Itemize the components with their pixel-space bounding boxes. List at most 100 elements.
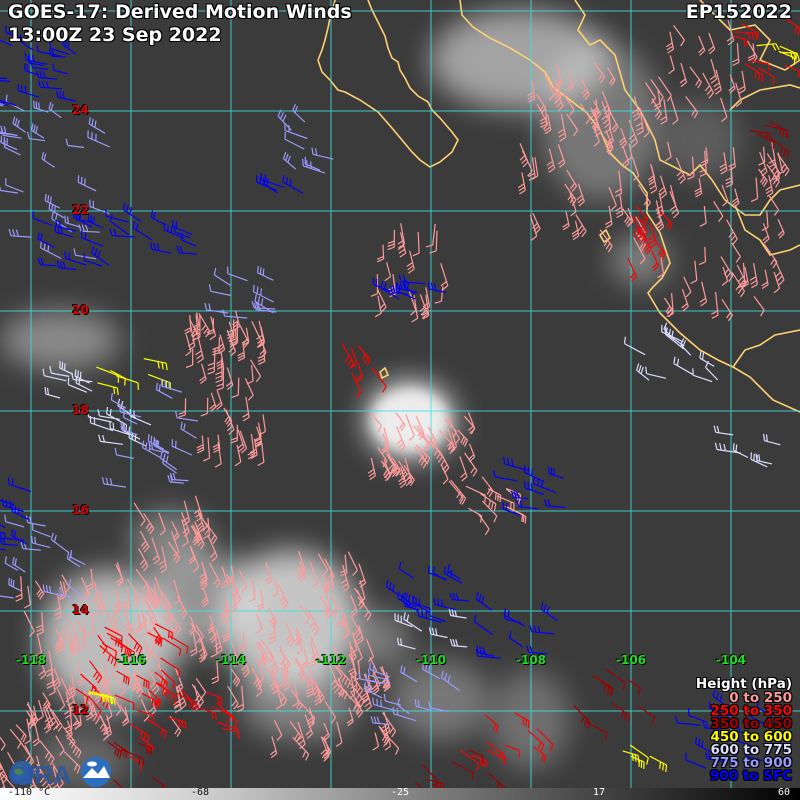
wind-barb [764,124,789,138]
wind-barb [12,116,26,133]
wind-barb [8,577,22,592]
wind-barb [761,269,769,290]
wind-barb [645,366,667,379]
wind-barb [374,295,382,318]
wind-barb [77,175,97,192]
wind-barb [440,263,449,291]
wind-barb [44,387,61,399]
wind-barb [5,178,24,193]
wind-barb [731,242,741,263]
wind-barb [422,764,439,788]
wind-barb [428,627,448,639]
wind-barb [705,360,719,381]
wind-barb [284,123,308,140]
wind-barb [750,177,759,203]
wind-barb [50,532,69,553]
colorbar-tick: -110 °C [8,787,51,798]
lon-label: -106 [615,653,647,667]
wind-barb [31,123,45,139]
wind-barb [87,130,111,148]
wind-barb [185,348,194,369]
wind-barb [756,43,780,51]
wind-barb [50,708,63,732]
wind-barb [198,312,211,338]
wind-barb [7,477,32,493]
wind-barb [683,276,692,298]
wind-barb [151,210,166,226]
wind-barb [140,698,150,722]
wind-barb [32,211,53,227]
wind-barb [209,316,217,341]
wind-barb [611,702,631,723]
wind-barb [473,614,494,636]
wind-barb [8,228,32,238]
wind-barb [517,172,526,195]
lat-label: 12 [72,703,89,717]
wind-barb [230,668,241,687]
lon-label: -118 [15,653,47,667]
wind-barb [215,390,223,410]
wind-barb [713,425,734,436]
wind-barb [658,76,672,102]
wind-barb [146,718,167,739]
wind-barb [81,230,104,247]
wind-barb [592,674,614,696]
wind-barb [398,274,426,285]
wind-barb [40,240,62,260]
wind-barb [763,433,781,446]
wind-barb [23,610,35,637]
wind-barb [0,736,6,751]
wind-barb [699,205,707,227]
wind-barb [25,515,46,527]
wind-barb [4,514,25,528]
wind-barb [434,286,444,304]
wind-barb [36,70,57,80]
wind-barb [116,375,139,390]
wind-barb [282,151,297,170]
wind-barb [31,535,51,549]
wind-barb [196,435,205,454]
wind-barb [673,25,685,47]
wind-barb [673,356,694,376]
wind-barb [681,289,689,312]
wind-barb [65,138,85,149]
wind-barb [765,175,774,198]
wind-barb [242,396,250,422]
wind-barb [347,551,358,576]
wind-barb [180,421,197,439]
wind-barb [340,554,348,577]
wind-barb [721,266,729,286]
wind-barb [37,257,57,267]
wind-barb [205,691,223,706]
wind-barb [129,723,150,743]
wind-barb [64,215,81,228]
wind-barb [777,218,785,239]
wind-barb [302,158,326,174]
wind-barb [475,592,493,611]
wind-barb [711,291,719,319]
wind-barb [475,649,501,659]
wind-barb [732,35,748,47]
wind-barb [358,563,367,588]
wind-barb [195,336,204,364]
wind-barb [548,466,564,479]
wind-barb [627,678,641,696]
wind-barb [668,55,675,75]
wind-barb [753,296,765,317]
wind-barb [709,58,718,84]
cira-rammb-logo: CIRA [4,756,114,788]
wind-barb [690,260,698,285]
wind-barb [367,457,376,481]
storm-id: EP152022 [685,1,792,23]
wind-barb [376,244,385,263]
lon-label: -112 [315,653,347,667]
wind-barb [465,485,486,503]
cloud [390,660,490,740]
wind-barb [52,63,68,75]
wind-barb [17,83,39,98]
wind-barb [623,336,646,356]
wind-barb [533,476,557,494]
wind-barb [143,358,168,371]
wind-barb [257,442,265,467]
wind-barb [9,728,22,749]
